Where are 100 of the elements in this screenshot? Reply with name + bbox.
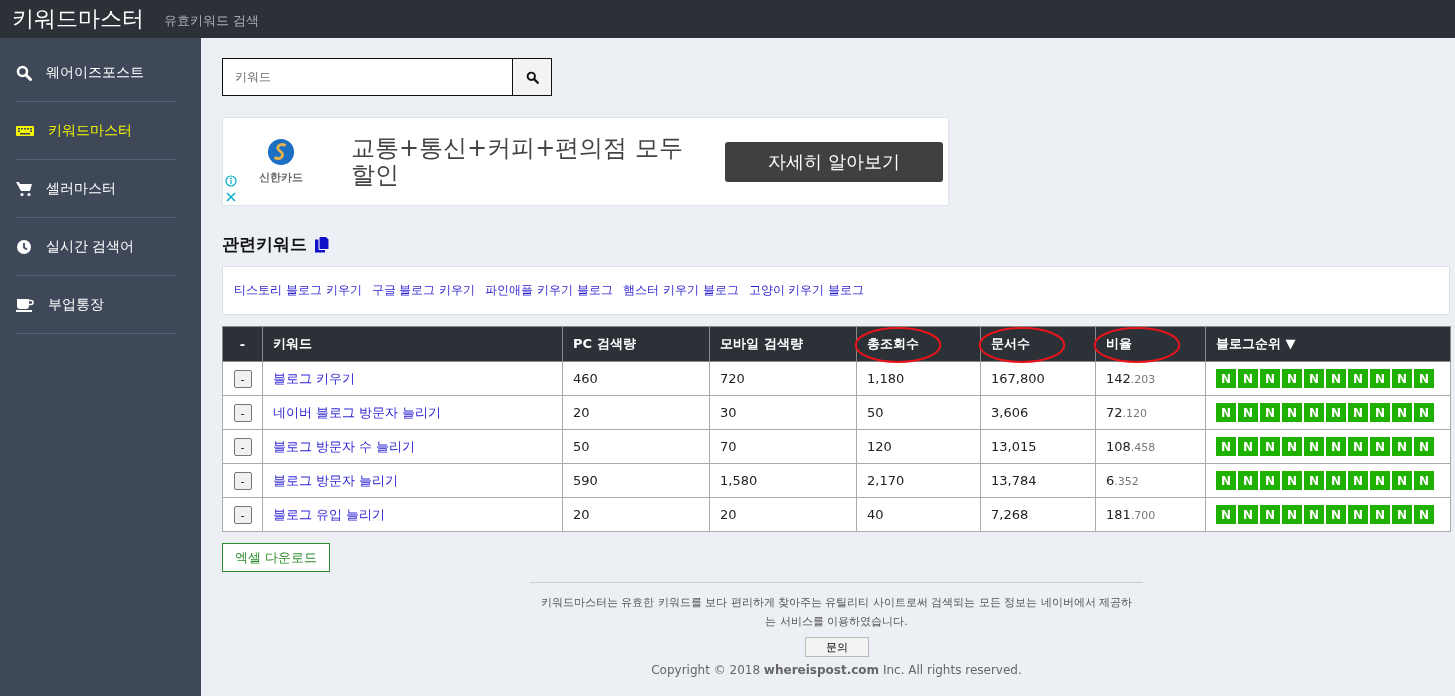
rank-badge[interactable]: N	[1260, 369, 1280, 388]
keyword-link[interactable]: 고양이 키우기 블로그	[748, 282, 865, 299]
remove-button[interactable]: -	[233, 505, 252, 524]
rank-badge[interactable]: N	[1238, 505, 1258, 524]
remove-button[interactable]: -	[233, 403, 252, 422]
rank-badge[interactable]: N	[1392, 369, 1412, 388]
rank-badge[interactable]: N	[1216, 505, 1236, 524]
rank-badge[interactable]: N	[1348, 471, 1368, 490]
rank-badge[interactable]: N	[1260, 471, 1280, 490]
brand-name: 신한카드	[259, 170, 303, 185]
rank-badge[interactable]: N	[1326, 505, 1346, 524]
keyword-link[interactable]: 티스토리 블로그 키우기	[234, 282, 362, 299]
rank-badge[interactable]: N	[1282, 471, 1302, 490]
search-field[interactable]: 키워드	[222, 58, 512, 96]
table-cell: 20	[562, 497, 710, 532]
sidebar-item[interactable]: 셀러마스터	[16, 160, 176, 218]
rank-badge[interactable]: N	[1260, 437, 1280, 456]
rank-badge[interactable]: N	[1260, 403, 1280, 422]
keyword-link[interactable]: 파인애플 키우기 블로그	[485, 282, 613, 299]
rank-badge[interactable]: N	[1216, 471, 1236, 490]
rank-badge[interactable]: N	[1348, 403, 1368, 422]
rank-badge[interactable]: N	[1304, 437, 1324, 456]
rank-badge[interactable]: N	[1370, 471, 1390, 490]
rank-badge[interactable]: N	[1326, 403, 1346, 422]
remove-button[interactable]: -	[233, 437, 252, 456]
keyword-link[interactable]: 블로그 방문자 늘리기	[273, 472, 399, 488]
site-title[interactable]: 키워드마스터	[12, 4, 144, 34]
rank-badge[interactable]: N	[1414, 403, 1434, 422]
search-icon	[16, 64, 32, 81]
ratio-integer: 6	[1106, 473, 1115, 488]
rank-badge[interactable]: N	[1370, 505, 1390, 524]
rank-badge[interactable]: N	[1282, 437, 1302, 456]
rank-badge[interactable]: N	[1392, 403, 1412, 422]
search-button[interactable]	[512, 58, 552, 96]
rank-badge[interactable]: N	[1238, 471, 1258, 490]
rank-badge[interactable]: N	[1348, 369, 1368, 388]
rank-badge[interactable]: N	[1282, 403, 1302, 422]
copy-icon[interactable]	[315, 235, 329, 253]
table-cell: 7,268	[980, 497, 1096, 532]
rank-badge[interactable]: N	[1216, 403, 1236, 422]
rank-badge[interactable]: N	[1282, 369, 1302, 388]
section-heading: 관련키워드	[222, 232, 307, 256]
rank-badge[interactable]: N	[1414, 369, 1434, 388]
copyright-text: Copyright © 2018 whereispost.com Inc. All rights reserved.	[651, 663, 1022, 677]
keyword-link[interactable]: 네이버 블로그 방문자 늘리기	[273, 404, 442, 420]
sidebar-item[interactable]: 실시간 검색어	[16, 218, 176, 276]
rank-badge[interactable]: N	[1370, 369, 1390, 388]
excel-download-button[interactable]: 엑셀 다운로드	[222, 543, 331, 572]
table-cell: 167,800	[980, 361, 1096, 396]
keyboard-icon	[16, 124, 34, 137]
ad-headline[interactable]: 교통+통신+커피+편의점 모두 할인	[351, 134, 691, 189]
table-cell: 2,170	[856, 463, 981, 498]
rank-badge[interactable]: N	[1238, 369, 1258, 388]
table-cell: 1,580	[709, 463, 857, 498]
rank-badge[interactable]: N	[1304, 471, 1324, 490]
rank-badge[interactable]: N	[1326, 471, 1346, 490]
rank-badge[interactable]: N	[1414, 437, 1434, 456]
table-cell: 13,784	[980, 463, 1096, 498]
rank-badge[interactable]: N	[1216, 369, 1236, 388]
remove-button[interactable]: -	[233, 369, 252, 388]
rank-badge[interactable]: N	[1216, 437, 1236, 456]
sidebar-item[interactable]: 부업통장	[16, 276, 176, 334]
ratio-decimal: .203	[1130, 373, 1156, 386]
column-header: 총조회수	[856, 326, 981, 362]
learn-more-button[interactable]: 자세히 알아보기	[725, 141, 943, 182]
keyword-link[interactable]: 블로그 방문자 수 늘리기	[273, 438, 416, 454]
rank-badge[interactable]: N	[1348, 505, 1368, 524]
sidebar-item[interactable]: 키워드마스터	[16, 102, 176, 160]
rank-badge[interactable]: N	[1260, 505, 1280, 524]
table-cell: 460	[562, 361, 710, 396]
close-icon[interactable]	[225, 191, 237, 203]
rank-badge[interactable]: N	[1326, 437, 1346, 456]
rank-badge[interactable]: N	[1392, 505, 1412, 524]
rank-badge[interactable]: N	[1304, 403, 1324, 422]
column-header: 문서수	[980, 326, 1096, 362]
rank-badge[interactable]: N	[1238, 403, 1258, 422]
rank-badge[interactable]: N	[1304, 505, 1324, 524]
contact-button[interactable]: 문의	[804, 637, 869, 657]
keyword-link[interactable]: 블로그 유입 늘리기	[273, 506, 386, 522]
keyword-link[interactable]: 블로그 키우기	[273, 370, 356, 386]
rank-badge[interactable]: N	[1238, 437, 1258, 456]
table-cell: 590	[562, 463, 710, 498]
rank-badge[interactable]: N	[1348, 437, 1368, 456]
search-icon	[525, 70, 539, 84]
sidebar-item[interactable]: 웨어이즈포스트	[16, 44, 176, 102]
rank-badge[interactable]: N	[1414, 471, 1434, 490]
table-cell: 120	[856, 429, 981, 464]
ratio-integer: 181	[1106, 507, 1131, 522]
keyword-link[interactable]: 햄스터 키우기 블로그	[622, 282, 739, 299]
rank-badge[interactable]: N	[1370, 403, 1390, 422]
info-icon[interactable]	[225, 175, 237, 187]
rank-badge[interactable]: N	[1370, 437, 1390, 456]
rank-badge[interactable]: N	[1304, 369, 1324, 388]
keyword-link[interactable]: 구글 블로그 키우기	[371, 282, 476, 299]
rank-badge[interactable]: N	[1392, 471, 1412, 490]
rank-badge[interactable]: N	[1282, 505, 1302, 524]
rank-badge[interactable]: N	[1392, 437, 1412, 456]
remove-button[interactable]: -	[233, 471, 252, 490]
rank-badge[interactable]: N	[1414, 505, 1434, 524]
rank-badge[interactable]: N	[1326, 369, 1346, 388]
